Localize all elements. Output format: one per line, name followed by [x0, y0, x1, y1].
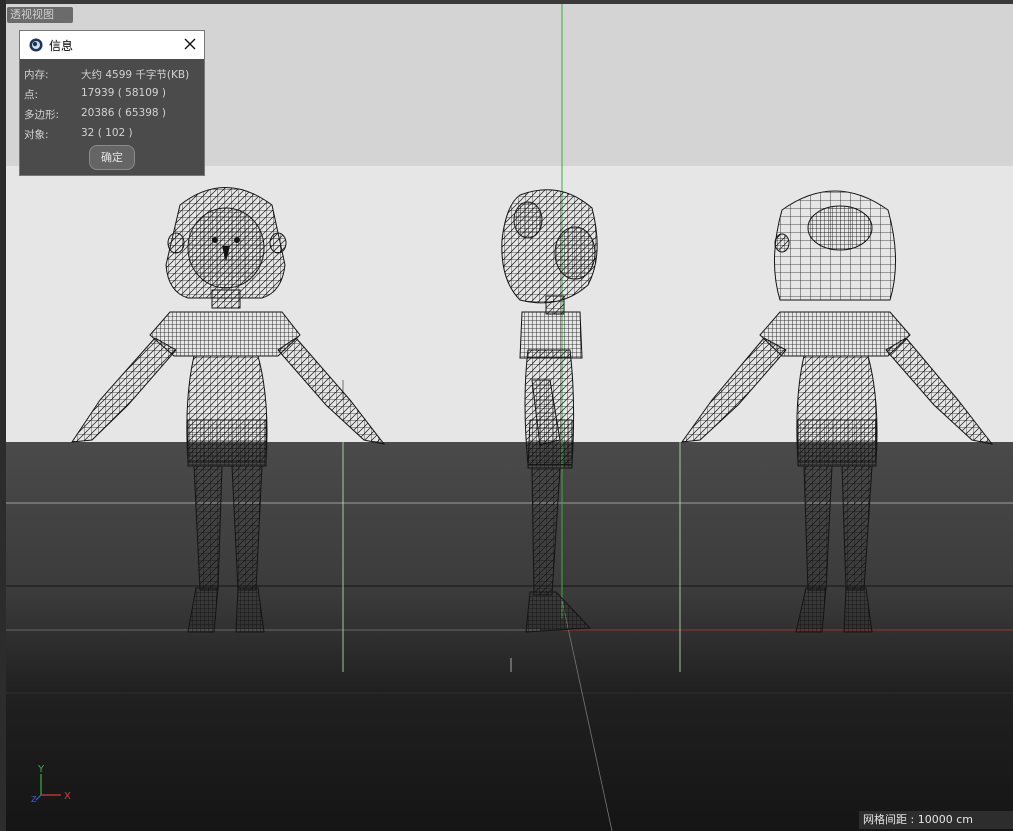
ok-button[interactable]: 确定: [89, 145, 135, 170]
info-value: 32 ( 102 ): [81, 127, 133, 139]
axis-gizmo: Y X Z: [31, 764, 71, 804]
dialog-titlebar[interactable]: 信息: [20, 31, 204, 59]
grid-spacing-status: 网格间距 : 10000 cm: [859, 811, 1013, 829]
axis-y-label: Y: [37, 764, 45, 775]
info-value: 大约 4599 千字节(KB): [81, 69, 190, 81]
info-label: 点:: [24, 89, 39, 101]
info-label: 对象:: [24, 129, 49, 141]
axis-z-label: Z: [31, 795, 37, 804]
info-value: 17939 ( 58109 ): [81, 87, 167, 99]
3d-viewport[interactable]: 透视视图 信息 内存: 大约 4599 千字节(KB) 点: 17939 ( 5…: [0, 0, 1013, 831]
dialog-title: 信息: [49, 39, 74, 53]
info-label: 多边形:: [24, 109, 60, 121]
camera-label[interactable]: 透视视图: [7, 7, 73, 23]
character-side-view[interactable]: [501, 189, 598, 633]
info-value: 20386 ( 65398 ): [81, 107, 167, 119]
character-back-view[interactable]: [680, 190, 994, 633]
info-label: 内存:: [24, 69, 49, 81]
cinema4d-logo-icon: [29, 38, 43, 52]
character-front-view[interactable]: [70, 187, 386, 633]
close-icon[interactable]: [182, 36, 198, 52]
info-dialog: 信息 内存: 大约 4599 千字节(KB) 点: 17939 ( 58109 …: [19, 30, 205, 176]
axis-x-label: X: [64, 791, 71, 802]
